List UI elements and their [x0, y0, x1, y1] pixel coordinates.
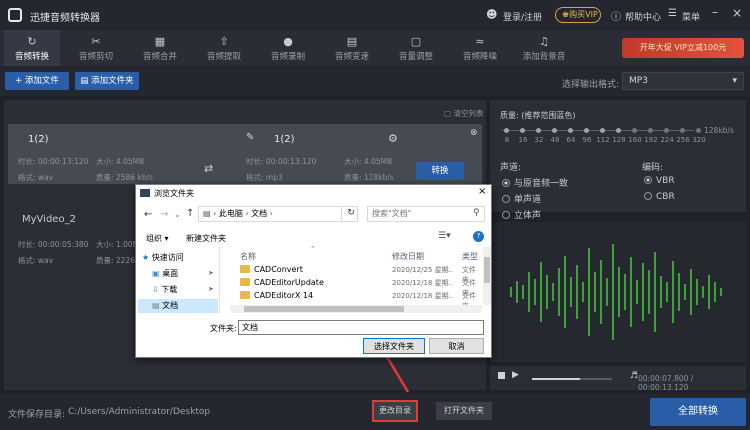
nav-tree: ★ 快速访问 ▣ 桌面 ⇩ 下载 ▤ 文档 ➤ ➤ [136, 247, 220, 313]
address-bar[interactable]: ▤ › 此电脑 › 文档 › [198, 206, 358, 222]
folder-name-input[interactable]: 文档 [238, 320, 484, 335]
cancel-button[interactable]: 取消 [429, 338, 484, 354]
organize-button[interactable]: 组织 ▾ [146, 233, 169, 244]
horizontal-scrollbar[interactable] [230, 305, 482, 313]
folder-icon [240, 278, 250, 286]
browse-folder-dialog: 浏览文件夹 × ← → ⌄ ↑ ▤ › 此电脑 › 文档 › ⌄ ↻ 搜索"文档… [135, 184, 492, 358]
back-icon[interactable]: ← [144, 209, 152, 220]
tree-item-quick-access[interactable]: ★ 快速访问 [142, 251, 184, 265]
address-part: 此电脑 [218, 209, 243, 218]
row-date: 2020/12/18 星期.. [392, 279, 454, 287]
sort-chevron-icon: ⌃ [310, 245, 316, 253]
tree-label: 快速访问 [151, 253, 184, 262]
separator-icon: › [267, 209, 273, 218]
download-icon: ⇩ [152, 285, 162, 294]
separator-icon: › [242, 209, 252, 218]
row-date: 2020/12/25 星期.. [392, 266, 454, 274]
folder-field-label: 文件夹: [210, 324, 237, 333]
row-date: 2020/12/18 星期.. [392, 292, 454, 300]
desktop-icon: ▣ [152, 269, 163, 278]
tree-item-documents[interactable]: ▤ 文档 [138, 299, 218, 313]
tree-label: 文档 [162, 301, 179, 310]
row-name: CADConvert [254, 265, 303, 274]
pin-icon: ➤ [208, 285, 214, 293]
column-header-type[interactable]: 类型 [462, 251, 478, 262]
vertical-scrollbar[interactable] [483, 247, 491, 305]
address-part: 文档 [251, 209, 268, 218]
row-name: CADEditorX 14 [254, 291, 314, 300]
file-row[interactable]: CADEditorUpdate 2020/12/18 星期.. 文件夹 [240, 278, 480, 297]
document-icon: ▤ [152, 301, 163, 310]
column-header-name[interactable]: 名称 [240, 251, 256, 262]
file-list: 名称 ⌃ 修改日期 类型 CADConvert 2020/12/25 星期.. 文件… [230, 245, 485, 313]
up-icon[interactable]: ↑ [186, 208, 194, 219]
tree-label: 桌面 [162, 269, 179, 278]
search-icon: ⚲ [473, 208, 480, 218]
refresh-icon[interactable]: ↻ [345, 208, 357, 218]
scrollbar-thumb[interactable] [484, 257, 490, 283]
column-header-date[interactable]: 修改日期 [392, 251, 424, 262]
pc-icon: ▤ › [203, 209, 219, 218]
forward-icon[interactable]: → [160, 209, 168, 220]
dialog-title: 浏览文件夹 [154, 189, 194, 198]
tree-item-downloads[interactable]: ⇩ 下载 [152, 283, 177, 297]
dialog-close-icon[interactable]: × [478, 186, 486, 197]
new-folder-button[interactable]: 新建文件夹 [186, 233, 226, 244]
row-name: CADEditorUpdate [254, 278, 324, 287]
pin-icon: ➤ [208, 269, 214, 277]
file-row[interactable]: CADEditorX 142020/12/18 星期..文件夹 [240, 291, 480, 310]
tree-label: 下载 [161, 285, 178, 294]
star-icon: ★ [142, 253, 152, 262]
dialog-app-icon [140, 189, 150, 197]
scrollbar-thumb[interactable] [244, 306, 404, 312]
help-icon[interactable]: ? [473, 231, 484, 242]
search-input[interactable]: 搜索"文档" [367, 206, 485, 222]
file-row[interactable]: CADConvert 2020/12/25 星期.. 文件夹 [240, 265, 480, 284]
tree-item-desktop[interactable]: ▣ 桌面 [152, 267, 178, 281]
recent-chevron-icon[interactable]: ⌄ [174, 210, 181, 219]
select-folder-button[interactable]: 选择文件夹 [363, 338, 425, 354]
folder-icon [240, 291, 250, 299]
view-options-icon[interactable]: ☰▾ [438, 231, 451, 241]
folder-icon [240, 265, 250, 273]
